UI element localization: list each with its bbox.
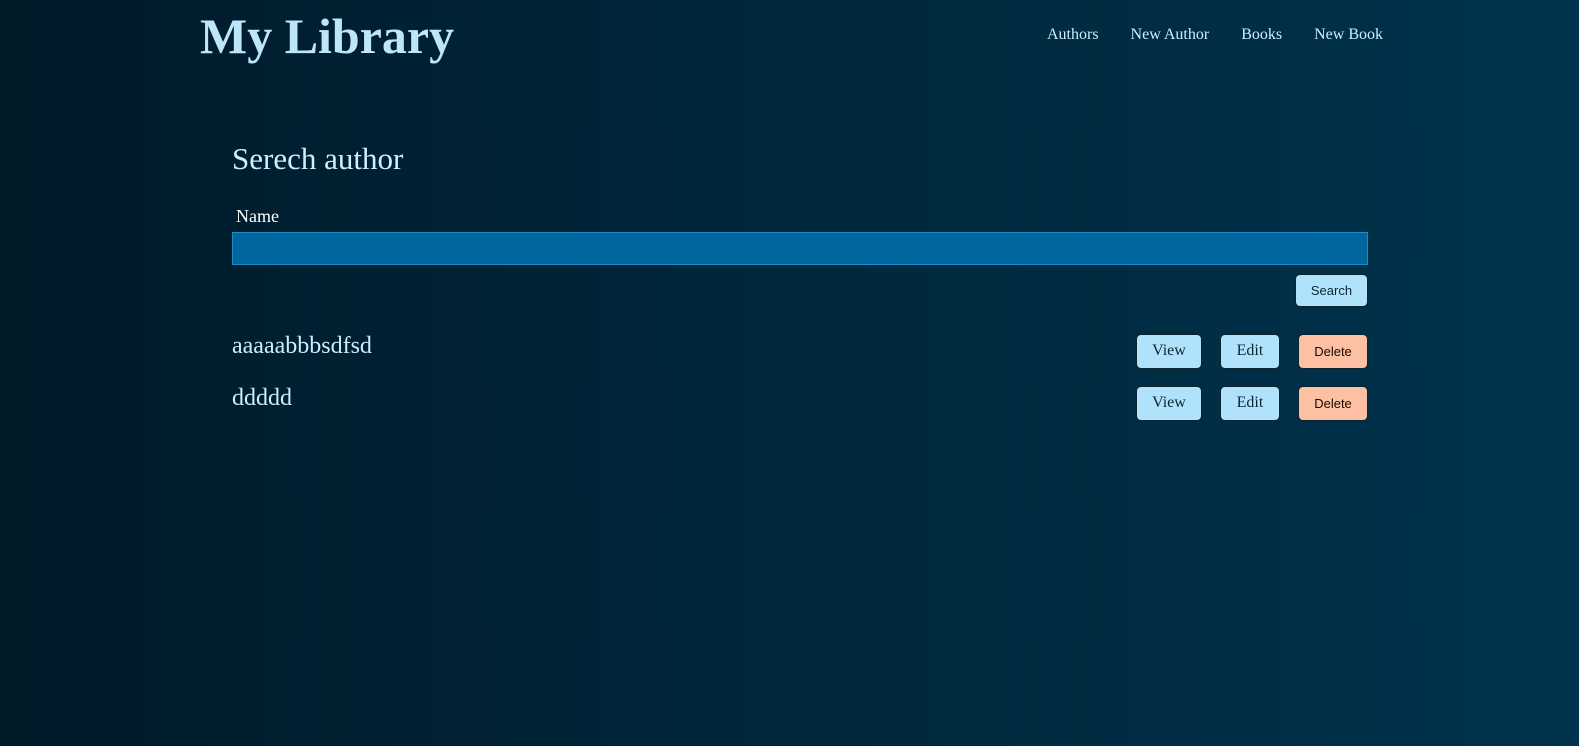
author-list: aaaaabbbsdfsd View Edit Delete ddddd Vie… [232, 332, 1368, 438]
view-button[interactable]: View [1136, 385, 1202, 421]
brand-link[interactable]: My Library [200, 6, 454, 66]
nav-books[interactable]: Books [1241, 26, 1282, 44]
edit-button[interactable]: Edit [1220, 385, 1280, 421]
author-row: aaaaabbbsdfsd View Edit Delete [232, 332, 1368, 386]
search-actions: Search [232, 273, 1368, 307]
author-actions: View Edit Delete [1136, 333, 1368, 369]
author-name[interactable]: aaaaabbbsdfsd [232, 332, 372, 361]
author-actions: View Edit Delete [1136, 385, 1368, 421]
search-button[interactable]: Search [1295, 273, 1368, 307]
author-name[interactable]: ddddd [232, 384, 292, 413]
main-content: Serech author Name Search aaaaabbbsdfsd … [232, 140, 1368, 438]
view-button[interactable]: View [1136, 333, 1202, 369]
site-header: My Library Authors New Author Books New … [0, 0, 1579, 80]
author-row: ddddd View Edit Delete [232, 384, 1368, 438]
nav-authors[interactable]: Authors [1047, 26, 1099, 44]
delete-button[interactable]: Delete [1298, 385, 1368, 421]
main-nav: Authors New Author Books New Book [1047, 26, 1383, 44]
nav-new-author[interactable]: New Author [1131, 26, 1210, 44]
delete-button[interactable]: Delete [1298, 333, 1368, 369]
nav-new-book[interactable]: New Book [1314, 26, 1383, 44]
search-form: Name Search [232, 206, 1368, 307]
edit-button[interactable]: Edit [1220, 333, 1280, 369]
name-label: Name [236, 206, 279, 227]
page-title: Serech author [232, 141, 404, 176]
name-search-input[interactable] [232, 231, 1368, 265]
